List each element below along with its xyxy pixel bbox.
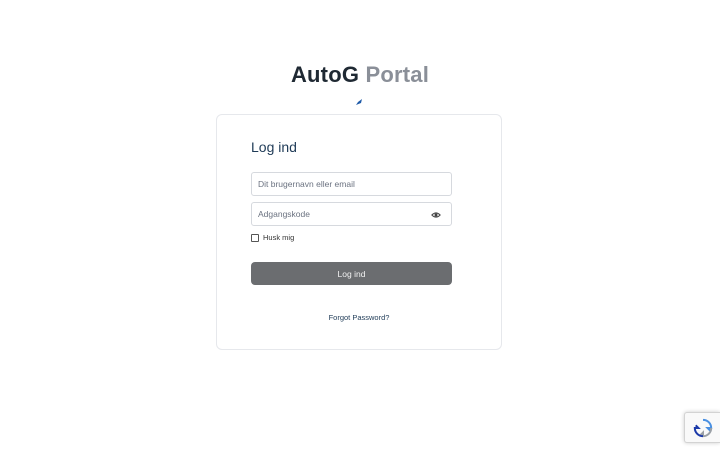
login-title: Log ind bbox=[251, 139, 297, 155]
recaptcha-icon bbox=[693, 418, 713, 438]
eye-icon[interactable] bbox=[431, 210, 441, 220]
login-page: AutoG Portal Log ind Husk mig Log ind Fo… bbox=[0, 0, 720, 450]
remember-label: Husk mig bbox=[263, 233, 295, 242]
login-card: Log ind Husk mig Log ind Forgot Password… bbox=[216, 114, 502, 350]
brand-name-secondary: Portal bbox=[365, 62, 430, 87]
login-button[interactable]: Log ind bbox=[251, 262, 452, 285]
remember-me[interactable]: Husk mig bbox=[251, 233, 294, 242]
forgot-password-link[interactable]: Forgot Password? bbox=[217, 313, 501, 322]
brand-swoosh-icon bbox=[356, 99, 362, 105]
password-input[interactable] bbox=[252, 203, 451, 225]
username-input[interactable] bbox=[252, 173, 451, 195]
password-field[interactable] bbox=[251, 202, 452, 226]
recaptcha-badge[interactable] bbox=[684, 412, 720, 443]
remember-checkbox[interactable] bbox=[251, 233, 259, 242]
username-field[interactable] bbox=[251, 172, 452, 196]
app-logo: AutoG Portal bbox=[0, 62, 720, 88]
brand-name-primary: AutoG bbox=[290, 62, 360, 87]
